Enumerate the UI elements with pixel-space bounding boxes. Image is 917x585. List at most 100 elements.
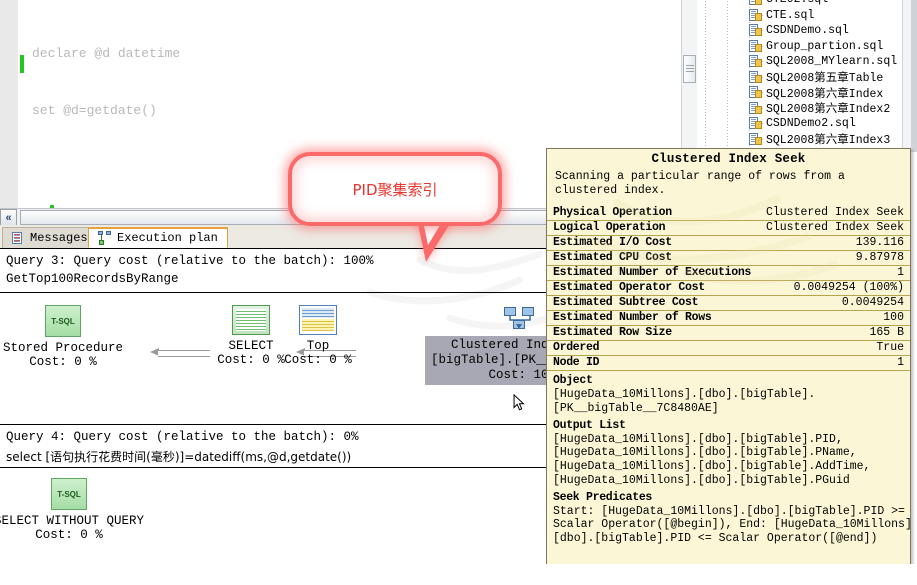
table-row: Node ID 1 — [547, 356, 910, 372]
property-value: Clustered Index Seek — [765, 221, 904, 235]
section-line: [dbo].[bigTable].PID <= Scalar Operator(… — [553, 532, 878, 546]
table-row: Estimated CPU Cost 9.87978 — [547, 251, 910, 267]
property-label: Physical Operation — [553, 206, 672, 220]
table-row: Ordered True — [547, 341, 910, 357]
file-name: SQL2008_MYlearn.sql — [766, 55, 898, 69]
section-line: [HugeData_10Millons].[dbo].[bigTable].PI… — [553, 432, 843, 446]
list-item[interactable]: CSDNDemo2.sql — [697, 116, 917, 132]
list-item[interactable]: CTE02.sql — [697, 0, 917, 8]
section-line: [HugeData_10Millons].[dbo].[bigTable]. — [553, 388, 816, 402]
list-item[interactable]: SQL2008_MYlearn.sql — [697, 54, 917, 70]
editor-gutter — [0, 0, 19, 208]
property-label: Estimated Operator Cost — [553, 281, 705, 295]
table-row: Estimated I/O Cost 139.116 — [547, 236, 910, 252]
property-value: 0.0049254 — [841, 296, 904, 310]
seek-node-line2: [bigTable].[PK__bigTab — [431, 353, 597, 367]
tooltip-section-output-list: Output List [HugeData_10Millons].[dbo].[… — [547, 416, 910, 488]
sql-file-icon — [749, 132, 762, 146]
messages-icon — [12, 231, 25, 245]
property-label: Estimated I/O Cost — [553, 236, 672, 250]
property-label: Estimated CPU Cost — [553, 251, 672, 265]
query4-header: Query 4: Query cost (relative to the bat… — [6, 430, 359, 444]
list-item[interactable]: SQL2008第六章Index2 — [697, 101, 917, 117]
property-value: True — [876, 341, 904, 355]
app-window: declare @d datetime set @d=getdate() exe… — [0, 0, 917, 585]
scroll-left-icon[interactable]: « — [0, 209, 17, 226]
seek-node-line3: Cost: 100 — [488, 368, 556, 382]
list-item[interactable]: SQL2008第六章Index — [697, 85, 917, 101]
section-line: [HugeData_10Millons].[dbo].[bigTable].PN… — [553, 446, 857, 460]
property-label: Node ID — [553, 356, 600, 370]
property-label: Logical Operation — [553, 221, 666, 235]
solution-file-list[interactable]: CTE02.sql CTE.sql CSDNDemo.sql Group_par… — [697, 0, 917, 152]
annotation-callout: PID聚集索引 — [288, 152, 502, 262]
tab-messages-label: Messages — [30, 231, 88, 245]
table-row: Estimated Number of Executions 1 — [547, 266, 910, 282]
table-row: Estimated Row Size 165 B — [547, 326, 910, 342]
section-line: [HugeData_10Millons].[dbo].[bigTable].PG… — [553, 473, 850, 487]
panel-right-border — [911, 0, 917, 152]
property-label: Estimated Number of Executions — [553, 266, 752, 280]
file-name: SQL2008第六章Index2 — [766, 103, 891, 117]
property-value: Clustered Index Seek — [765, 206, 904, 220]
tab-messages[interactable]: Messages — [2, 227, 98, 248]
operator-label: SELECT WITHOUT QUERY — [0, 514, 145, 528]
property-value: 9.87978 — [855, 251, 904, 265]
property-label: Ordered — [553, 341, 600, 355]
tooltip-description: Scanning a particular range of rows from… — [555, 169, 845, 197]
tsql-icon: T-SQL — [45, 305, 81, 337]
table-row: Physical Operation Clustered Index Seek — [547, 206, 910, 222]
operator-select-without-query[interactable]: T-SQL SELECT WITHOUT QUERY Cost: 0 % — [0, 478, 144, 542]
operator-cost: Cost: 0 % — [284, 353, 352, 367]
list-item[interactable]: SQL2008第六章Index3 — [697, 132, 917, 148]
property-value: 0.0049254 (100%) — [793, 281, 904, 295]
file-name: SQL2008第六章Index — [766, 87, 884, 101]
property-label: Estimated Subtree Cost — [553, 296, 699, 310]
section-label: Object — [553, 374, 593, 388]
code-line: set @d=getdate() — [32, 103, 157, 118]
tooltip-properties-table: Physical Operation Clustered Index Seek … — [547, 206, 910, 372]
property-value: 139.116 — [855, 236, 904, 250]
section-line: [HugeData_10Millons].[dbo].[bigTable].Ad… — [553, 460, 871, 474]
operator-top[interactable]: Top Cost: 0 % — [243, 305, 393, 367]
clustered-index-seek-icon — [502, 305, 538, 333]
tooltip-section-seek-predicates: Seek Predicates Start: [HugeData_10Millo… — [547, 488, 910, 546]
sql-file-icon — [749, 24, 762, 37]
operator-tooltip: Clustered Index Seek Scanning a particul… — [546, 148, 911, 585]
operator-label: Stored Procedure — [2, 341, 124, 355]
changed-line-marker — [20, 55, 24, 73]
vscroll-thumb[interactable] — [683, 55, 696, 83]
section-line: Start: [HugeData_10Millons].[dbo].[bigTa… — [553, 504, 905, 518]
property-label: Estimated Row Size — [553, 326, 672, 340]
list-item[interactable]: CTE.sql — [697, 8, 917, 24]
sql-file-icon — [749, 8, 762, 22]
table-row: Estimated Number of Rows 100 — [547, 311, 910, 327]
file-name: SQL2008第五章Table — [766, 72, 884, 86]
clustered-index-seek-node[interactable]: Clustered Inde [bigTable].[PK__bigTab Co… — [425, 336, 597, 385]
sql-file-icon — [749, 0, 762, 6]
property-value: 1 — [897, 356, 904, 370]
tab-execution-plan[interactable]: Execution plan — [88, 227, 228, 248]
window-bottom-shadow — [0, 564, 917, 585]
tsql-icon: T-SQL — [51, 478, 87, 510]
operator-stored-procedure[interactable]: T-SQL Stored Procedure Cost: 0 % — [0, 305, 138, 369]
section-line: Scalar Operator([@begin]), End: [HugeDat… — [553, 518, 911, 532]
sql-file-icon — [749, 101, 762, 115]
file-name: CTE02.sql — [766, 0, 828, 6]
file-name: CSDNDemo2.sql — [766, 117, 856, 131]
sql-file-icon — [749, 86, 762, 99]
file-name: Group_partion.sql — [766, 39, 884, 53]
list-item[interactable]: CSDNDemo.sql — [697, 23, 917, 39]
table-row: Estimated Operator Cost 0.0049254 (100%) — [547, 281, 910, 297]
operator-cost: Cost: 0 % — [35, 528, 103, 542]
file-name: SQL2008第六章Index3 — [766, 134, 891, 148]
section-label: Output List — [553, 418, 626, 432]
sql-file-icon — [749, 70, 762, 84]
table-row: Logical Operation Clustered Index Seek — [547, 221, 910, 237]
list-item[interactable]: SQL2008第五章Table — [697, 70, 917, 86]
query4-statement: select [语句执行花费时间(毫秒)]=datediff(ms,@d,get… — [6, 450, 352, 464]
property-value: 1 — [897, 266, 904, 280]
list-item[interactable]: Group_partion.sql — [697, 39, 917, 55]
property-value: 165 B — [869, 326, 904, 340]
tooltip-section-object: Object [HugeData_10Millons].[dbo].[bigTa… — [547, 371, 910, 415]
